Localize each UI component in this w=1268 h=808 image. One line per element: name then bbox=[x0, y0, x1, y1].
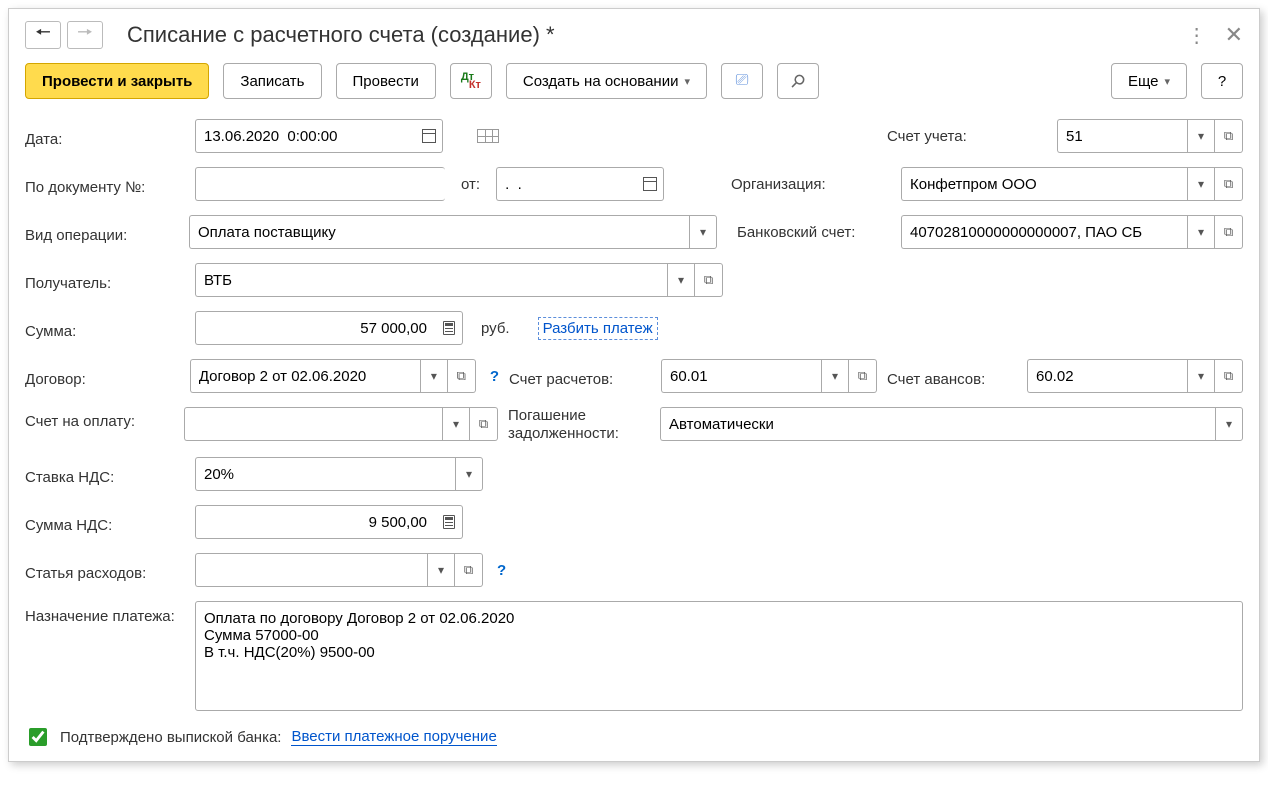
optype-label: Вид операции: bbox=[25, 221, 179, 244]
sum-calc-button[interactable] bbox=[435, 311, 463, 345]
more-label: Еще bbox=[1128, 73, 1159, 90]
more-button[interactable]: Еще ▾ bbox=[1111, 63, 1187, 99]
help-button[interactable]: ? bbox=[1201, 63, 1243, 99]
invoice-input[interactable] bbox=[184, 407, 442, 441]
account-input[interactable] bbox=[1057, 119, 1187, 153]
calendar-icon bbox=[643, 177, 657, 191]
document-window: 🠔 🠖 Списание с расчетного счета (создани… bbox=[8, 8, 1260, 762]
sum-label: Сумма: bbox=[25, 317, 185, 340]
titlebar: 🠔 🠖 Списание с расчетного счета (создани… bbox=[25, 21, 1243, 49]
expense-open[interactable] bbox=[455, 553, 483, 587]
save-button[interactable]: Записать bbox=[223, 63, 321, 99]
expense-label: Статья расходов: bbox=[25, 559, 185, 582]
debt-input[interactable] bbox=[660, 407, 1215, 441]
close-icon[interactable]: ✕ bbox=[1225, 22, 1243, 48]
rub-label: руб. bbox=[481, 320, 510, 337]
create-based-label: Создать на основании bbox=[523, 73, 679, 90]
structure-icon: ⎚ bbox=[736, 72, 749, 90]
sum-input[interactable] bbox=[195, 311, 435, 345]
advance-dropdown[interactable] bbox=[1187, 359, 1215, 393]
post-and-close-button[interactable]: Провести и закрыть bbox=[25, 63, 209, 99]
calculator-icon bbox=[443, 515, 455, 529]
settlement-open[interactable] bbox=[849, 359, 877, 393]
account-label: Счет учета: bbox=[887, 128, 1047, 145]
settlement-input[interactable] bbox=[661, 359, 821, 393]
dtkt-button[interactable]: ДтКт bbox=[450, 63, 492, 99]
expense-input[interactable] bbox=[195, 553, 427, 587]
contract-dropdown[interactable] bbox=[420, 359, 448, 393]
vatsum-input[interactable] bbox=[195, 505, 435, 539]
chevron-down-icon: ▾ bbox=[684, 75, 690, 88]
calculator-icon bbox=[443, 321, 455, 335]
structure-button[interactable]: ⎚ bbox=[721, 63, 763, 99]
advance-open[interactable] bbox=[1215, 359, 1243, 393]
contract-open[interactable] bbox=[448, 359, 476, 393]
expense-hint[interactable]: ? bbox=[497, 562, 506, 579]
debt-dropdown[interactable] bbox=[1215, 407, 1243, 441]
purpose-textarea[interactable] bbox=[195, 601, 1243, 711]
debt-label: Погашение задолженности: bbox=[508, 407, 650, 443]
advance-input[interactable] bbox=[1027, 359, 1187, 393]
bankacct-dropdown[interactable] bbox=[1187, 215, 1215, 249]
settlement-label: Счет расчетов: bbox=[509, 365, 651, 388]
account-open[interactable] bbox=[1215, 119, 1243, 153]
split-payment-link[interactable]: Разбить платеж bbox=[538, 317, 658, 340]
chevron-down-icon: ▾ bbox=[1164, 75, 1170, 88]
from-date-input[interactable] bbox=[496, 167, 636, 201]
create-based-button[interactable]: Создать на основании ▾ bbox=[506, 63, 707, 99]
invoice-label: Счет на оплату: bbox=[25, 407, 174, 430]
bankacct-input[interactable] bbox=[901, 215, 1187, 249]
settlement-dropdown[interactable] bbox=[821, 359, 849, 393]
attachment-button[interactable]: ⚲ bbox=[777, 63, 819, 99]
purpose-label: Назначение платежа: bbox=[25, 601, 185, 627]
vatrate-dropdown[interactable] bbox=[455, 457, 483, 491]
recipient-open[interactable] bbox=[695, 263, 723, 297]
recipient-label: Получатель: bbox=[25, 269, 185, 292]
docno-input[interactable] bbox=[195, 167, 445, 201]
post-button[interactable]: Провести bbox=[336, 63, 436, 99]
enter-payment-order-link[interactable]: Ввести платежное поручение bbox=[291, 728, 496, 746]
from-calendar-button[interactable] bbox=[636, 167, 664, 201]
date-input[interactable] bbox=[195, 119, 415, 153]
calendar-icon bbox=[422, 129, 436, 143]
contract-label: Договор: bbox=[25, 365, 180, 388]
contract-input[interactable] bbox=[190, 359, 420, 393]
confirmed-checkbox[interactable] bbox=[29, 728, 47, 746]
account-dropdown[interactable] bbox=[1187, 119, 1215, 153]
bankacct-open[interactable] bbox=[1215, 215, 1243, 249]
vatrate-label: Ставка НДС: bbox=[25, 463, 185, 486]
organization-dropdown[interactable] bbox=[1187, 167, 1215, 201]
calendar-button[interactable] bbox=[415, 119, 443, 153]
optype-input[interactable] bbox=[189, 215, 689, 249]
vatsum-label: Сумма НДС: bbox=[25, 511, 185, 534]
nav-forward-button[interactable]: 🠖 bbox=[67, 21, 103, 49]
recipient-dropdown[interactable] bbox=[667, 263, 695, 297]
confirmed-label: Подтверждено выпиской банка: bbox=[60, 729, 281, 746]
paperclip-icon: ⚲ bbox=[786, 69, 810, 93]
advance-label: Счет авансов: bbox=[887, 365, 1017, 388]
recipient-input[interactable] bbox=[195, 263, 667, 297]
organization-label: Организация: bbox=[731, 176, 891, 193]
window-title: Списание с расчетного счета (создание) * bbox=[127, 22, 1181, 48]
organization-input[interactable] bbox=[901, 167, 1187, 201]
date-label: Дата: bbox=[25, 125, 185, 148]
vatrate-input[interactable] bbox=[195, 457, 455, 491]
invoice-dropdown[interactable] bbox=[442, 407, 470, 441]
invoice-open[interactable] bbox=[470, 407, 498, 441]
expense-dropdown[interactable] bbox=[427, 553, 455, 587]
docno-label: По документу №: bbox=[25, 173, 185, 196]
organization-open[interactable] bbox=[1215, 167, 1243, 201]
vatsum-calc-button[interactable] bbox=[435, 505, 463, 539]
footer: Подтверждено выпиской банка: Ввести плат… bbox=[25, 725, 1243, 749]
contract-hint[interactable]: ? bbox=[490, 368, 499, 385]
toolbar: Провести и закрыть Записать Провести ДтК… bbox=[25, 63, 1243, 99]
nav-back-button[interactable]: 🠔 bbox=[25, 21, 61, 49]
dtkt-icon: ДтКт bbox=[461, 73, 481, 89]
from-label: от: bbox=[461, 176, 480, 193]
bankacct-label: Банковский счет: bbox=[737, 224, 891, 241]
kebab-menu-icon[interactable]: ⋮ bbox=[1187, 23, 1207, 48]
optype-dropdown[interactable] bbox=[689, 215, 717, 249]
grid-icon[interactable] bbox=[477, 129, 499, 143]
